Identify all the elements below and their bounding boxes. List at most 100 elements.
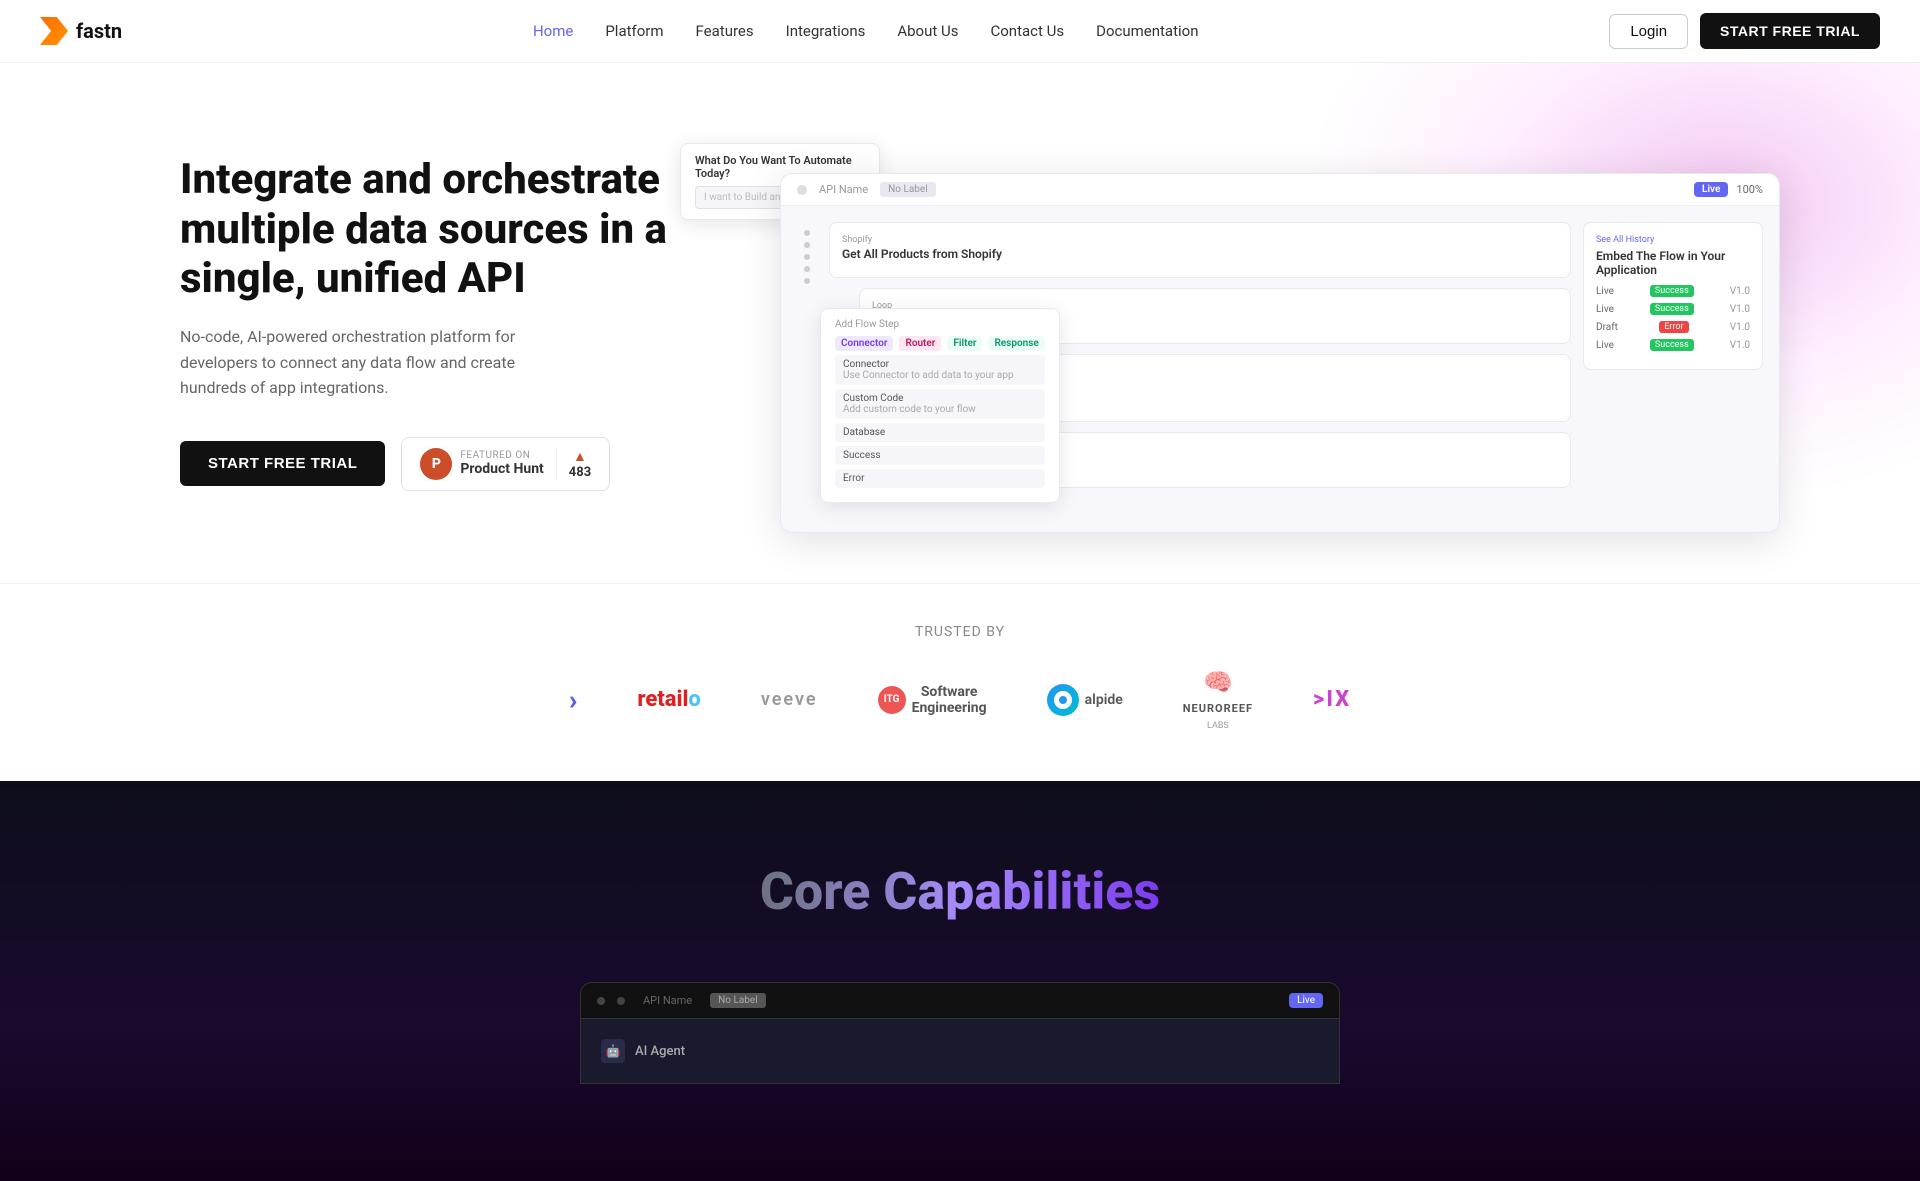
hero-title: Integrate and orchestrate multiple data …: [180, 155, 680, 304]
row3-env: Draft: [1596, 322, 1618, 333]
nav-links: Home Platform Features Integrations Abou…: [533, 22, 1199, 40]
live-badge: Live: [1694, 182, 1728, 197]
percent-label: 100%: [1736, 183, 1763, 196]
nav-trial-button[interactable]: START FREE TRIAL: [1700, 13, 1880, 49]
hero-mockup-area: What Do You Want To Automate Today? I wa…: [680, 123, 1780, 523]
panel-row-1: Live Success V1.0: [1596, 285, 1750, 297]
mockup-right-panel: See All History Embed The Flow in Your A…: [1583, 222, 1763, 508]
floating-step-card: Add Flow Step Connector Router Filter Re…: [820, 308, 1060, 503]
nav-contact[interactable]: Contact Us: [990, 22, 1064, 40]
core-section: Core Capabilities API Name No Label Live…: [0, 781, 1920, 1181]
retailo-logo-text: retailo: [637, 687, 700, 712]
database-block: Database: [835, 423, 1045, 442]
login-button[interactable]: Login: [1609, 14, 1688, 49]
nav-actions: Login START FREE TRIAL: [1609, 13, 1880, 49]
shopify-label: Shopify: [842, 235, 1558, 245]
alpide-dot: [1059, 696, 1067, 704]
ph-name-label: Product Hunt: [460, 461, 543, 477]
logo-chevron: ›: [569, 683, 578, 716]
nav-home[interactable]: Home: [533, 22, 573, 40]
core-agent-label: AI Agent: [635, 1044, 685, 1059]
sidebar-dot-1: [804, 230, 810, 236]
logo-retailo: retailo: [637, 687, 700, 712]
panel-row-4: Live Success V1.0: [1596, 339, 1750, 351]
sidebar-dot-4: [804, 266, 810, 272]
itg-text: SoftwareEngineering: [912, 684, 987, 716]
logo-pix: >IX: [1313, 687, 1351, 712]
row3-ver: V1.0: [1730, 322, 1750, 333]
core-agent-row: 🤖 AI Agent: [601, 1039, 1319, 1063]
nav-features[interactable]: Features: [696, 22, 754, 40]
product-hunt-count: ▲ 483: [556, 448, 591, 480]
row2-ver: V1.0: [1730, 304, 1750, 315]
embed-panel-title: Embed The Flow in Your Application: [1596, 249, 1750, 277]
product-hunt-badge[interactable]: P FEATURED ON Product Hunt ▲ 483: [401, 437, 610, 491]
logo-text: fastn: [76, 19, 122, 43]
ph-number: 483: [569, 465, 591, 480]
alpide-text: alpide: [1085, 692, 1123, 708]
nav-docs[interactable]: Documentation: [1096, 22, 1198, 40]
row2-status: Success: [1650, 303, 1694, 315]
step-chips-row: Connector Router Filter Response: [835, 336, 1045, 351]
core-live-badge: Live: [1289, 993, 1323, 1008]
router-chip: Router: [899, 336, 941, 351]
nav-integrations[interactable]: Integrations: [786, 22, 866, 40]
veeve-logo-text: veeve: [761, 689, 818, 710]
logo[interactable]: fastn: [40, 17, 122, 45]
panel-row-2: Live Success V1.0: [1596, 303, 1750, 315]
logo-veeve: veeve: [761, 689, 818, 710]
toolbar-dot: [797, 185, 807, 195]
shopify-title: Get All Products from Shopify: [842, 247, 1558, 261]
trusted-logos: › retailo veeve ITG SoftwareEngineering …: [0, 668, 1920, 731]
nav-platform[interactable]: Platform: [605, 22, 663, 40]
core-mockup-bar: API Name No Label Live: [581, 983, 1339, 1019]
row1-status: Success: [1650, 285, 1694, 297]
logo-alpide: alpide: [1047, 684, 1123, 716]
api-name-label: API Name: [819, 183, 868, 196]
connector-chip: Connector: [835, 336, 893, 351]
custom-code-block: Custom CodeAdd custom code to your flow: [835, 389, 1045, 419]
no-label-badge: No Label: [880, 182, 936, 197]
trusted-section: TRUSTED BY › retailo veeve ITG SoftwareE…: [0, 583, 1920, 781]
row1-ver: V1.0: [1730, 286, 1750, 297]
logo-itg: ITG SoftwareEngineering: [878, 684, 987, 716]
navbar: fastn Home Platform Features Integration…: [0, 0, 1920, 63]
logo-icon: [40, 17, 68, 45]
row4-ver: V1.0: [1730, 340, 1750, 351]
ph-arrow-icon: ▲: [573, 448, 587, 465]
sidebar-dot-3: [804, 254, 810, 260]
core-no-label: No Label: [710, 993, 766, 1008]
hero-description: No-code, AI-powered orchestration platfo…: [180, 324, 580, 401]
core-dot-2: [617, 997, 625, 1005]
nav-about[interactable]: About Us: [897, 22, 958, 40]
mockup-toolbar: API Name No Label Live 100%: [781, 174, 1779, 206]
shopify-card: Shopify Get All Products from Shopify: [829, 222, 1571, 278]
hero-section: Integrate and orchestrate multiple data …: [0, 63, 1920, 583]
neuroreef-icon: 🧠: [1203, 668, 1233, 696]
row4-env: Live: [1596, 340, 1614, 351]
ph-featured-label: FEATURED ON: [460, 450, 543, 461]
chevron-logo-text: ›: [569, 683, 578, 716]
pix-logo-text: >IX: [1313, 687, 1351, 712]
core-body: 🤖 AI Agent: [581, 1019, 1339, 1083]
core-title: Core Capabilities: [760, 861, 1160, 922]
alpide-inner: [1054, 691, 1072, 709]
row4-status: Success: [1650, 339, 1694, 351]
core-dot-1: [597, 997, 605, 1005]
step-label: Add Flow Step: [835, 319, 1045, 330]
row1-env: Live: [1596, 286, 1614, 297]
neuroreef-sub: LABS: [1207, 721, 1229, 731]
neuroreef-text: NEUROREEF: [1183, 702, 1253, 715]
connector-block: ConnectorUse Connector to add data to yo…: [835, 355, 1045, 385]
hero-actions: START FREE TRIAL P FEATURED ON Product H…: [180, 437, 680, 491]
hero-trial-button[interactable]: START FREE TRIAL: [180, 441, 385, 486]
filter-chip: Filter: [947, 336, 982, 351]
error-step-block: Error: [835, 469, 1045, 488]
alpide-icon: [1047, 684, 1079, 716]
hero-content: Integrate and orchestrate multiple data …: [180, 155, 680, 490]
see-history-link[interactable]: See All History: [1596, 235, 1750, 245]
response-chip: Response: [988, 336, 1044, 351]
row2-env: Live: [1596, 304, 1614, 315]
panel-row-3: Draft Error V1.0: [1596, 321, 1750, 333]
row3-status: Error: [1659, 321, 1688, 333]
